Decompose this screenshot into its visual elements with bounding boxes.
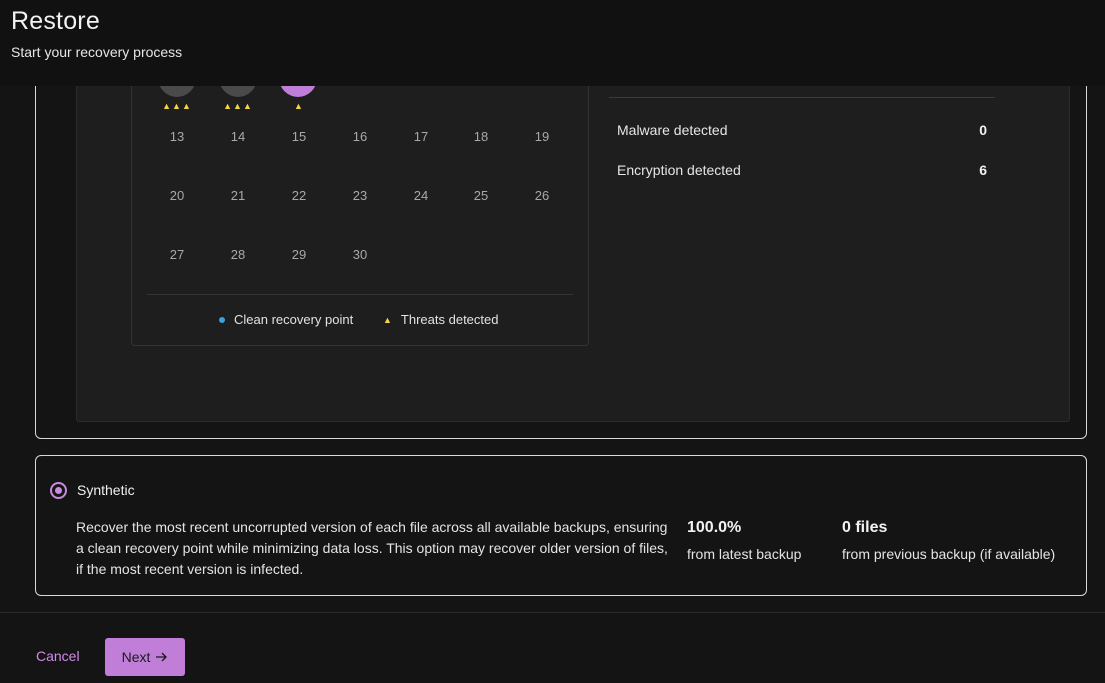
legend-clean: Clean recovery point [219,312,353,327]
synthetic-description: Recover the most recent uncorrupted vers… [76,519,668,577]
next-button-label: Next [121,649,151,665]
calendar-day[interactable]: 19 [522,129,562,144]
calendar-day[interactable]: 16 [340,129,380,144]
page-header: Restore Start your recovery process [0,0,1105,86]
calendar-day[interactable]: 30 [340,247,380,262]
previous-backup-caption: from previous backup (if available) [842,546,1056,562]
summary-divider [609,97,995,98]
calendar-day[interactable]: 17 [401,129,441,144]
calendar-day[interactable]: 26 [522,188,562,203]
calendar-day[interactable]: 21 [218,188,258,203]
calendar-day[interactable]: 22 [279,188,319,203]
calendar-day[interactable]: 24 [401,188,441,203]
calendar-day[interactable]: 23 [340,188,380,203]
legend-threats-label: Threats detected [400,312,499,327]
legend-threats: ▲ Threats detected [383,312,498,327]
arrow-right-icon [156,649,168,665]
stat-value: 6 [979,162,987,178]
calendar-day[interactable]: 29 [279,247,319,262]
clean-dot-icon [219,316,225,323]
next-button[interactable]: Next [105,638,185,676]
restore-scroll-area[interactable]: ▲▲▲ ▲▲▲ ▲ 13 14 15 16 17 18 19 20 21 22 … [0,0,1105,612]
latest-backup-value: 100.0% [687,519,742,536]
calendar-day[interactable]: 25 [461,188,501,203]
threat-indicator: ▲▲▲ [223,101,253,111]
latest-backup-caption: from latest backup [687,546,802,562]
stat-value: 0 [979,122,987,138]
calendar-day[interactable]: 15 [279,129,319,144]
calendar-day[interactable]: 18 [461,129,501,144]
cancel-button[interactable]: Cancel [36,648,80,664]
calendar-divider [147,294,573,295]
footer-divider [0,612,1105,613]
synthetic-radio[interactable] [50,482,67,499]
stat-label: Malware detected [617,122,728,138]
stat-encryption: Encryption detected 6 [617,162,987,178]
synthetic-radio-label[interactable]: Synthetic [77,482,135,498]
stat-label: Encryption detected [617,162,741,178]
legend-clean-label: Clean recovery point [234,312,354,327]
threat-indicator: ▲ [294,101,304,111]
stat-malware: Malware detected 0 [617,122,987,138]
calendar-day[interactable]: 20 [157,188,197,203]
calendar-day[interactable]: 28 [218,247,258,262]
page-title: Restore [11,7,100,35]
warning-triangle-icon: ▲ [383,314,392,325]
calendar-day[interactable]: 13 [157,129,197,144]
threat-indicator: ▲▲▲ [162,101,192,111]
calendar-day[interactable]: 14 [218,129,258,144]
previous-backup-value: 0 files [842,519,888,536]
page-subtitle: Start your recovery process [11,44,183,60]
calendar-day[interactable]: 27 [157,247,197,262]
